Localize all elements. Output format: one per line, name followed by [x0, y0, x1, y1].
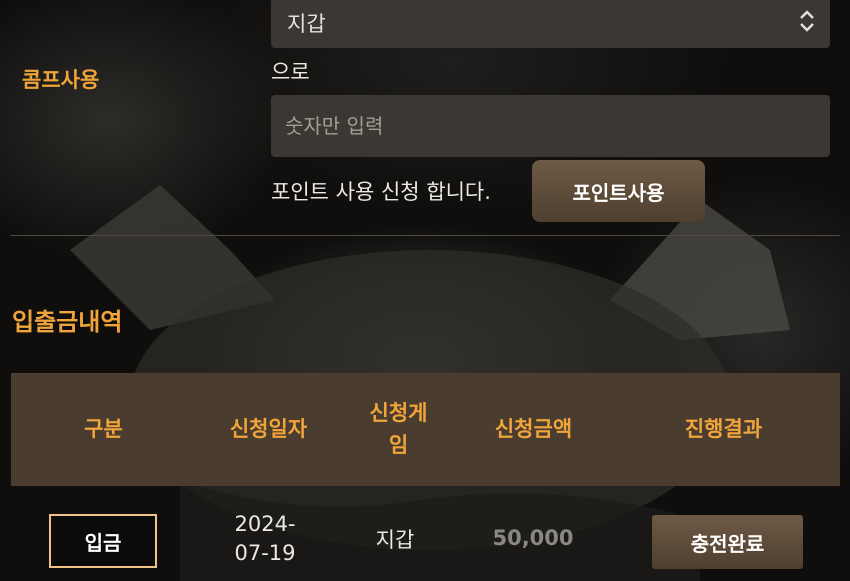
history-table-header: 구분 신청일자 신청게임 신청금액 진행결과	[11, 373, 840, 486]
column-header-game: 신청게임	[369, 401, 428, 457]
point-amount-input[interactable]	[271, 95, 830, 157]
row-date-line2: 07-19	[234, 541, 296, 566]
column-header-date: 신청일자	[229, 416, 308, 441]
column-header-type: 구분	[84, 416, 123, 441]
row-type-badge[interactable]: 입금	[49, 514, 157, 568]
row-game: 지갑	[375, 528, 415, 552]
wallet-select-value: 지갑	[287, 12, 326, 36]
comp-use-label: 콤프사용	[22, 68, 100, 92]
point-apply-text: 포인트 사용 신청 합니다.	[271, 180, 491, 204]
history-title: 입출금내역	[12, 308, 123, 336]
column-header-amount: 신청금액	[494, 416, 573, 441]
row-date-line1: 2024-	[234, 512, 296, 536]
wallet-select[interactable]: 지갑	[271, 0, 830, 48]
row-status-button[interactable]: 충전완료	[652, 515, 803, 569]
row-date: 2024- 07-19	[215, 510, 315, 569]
background-art	[70, 185, 790, 581]
column-header-status: 진행결과	[684, 416, 763, 441]
row-amount: 50,000	[492, 526, 574, 550]
to-text: 으로	[271, 60, 310, 84]
select-arrows-icon	[800, 10, 814, 32]
use-points-button[interactable]: 포인트사용	[532, 160, 705, 222]
page: 지갑 콤프사용 으로 포인트 사용 신청 합니다. 포인트사용 입출금내역 구분…	[0, 0, 850, 581]
section-divider	[10, 235, 840, 236]
